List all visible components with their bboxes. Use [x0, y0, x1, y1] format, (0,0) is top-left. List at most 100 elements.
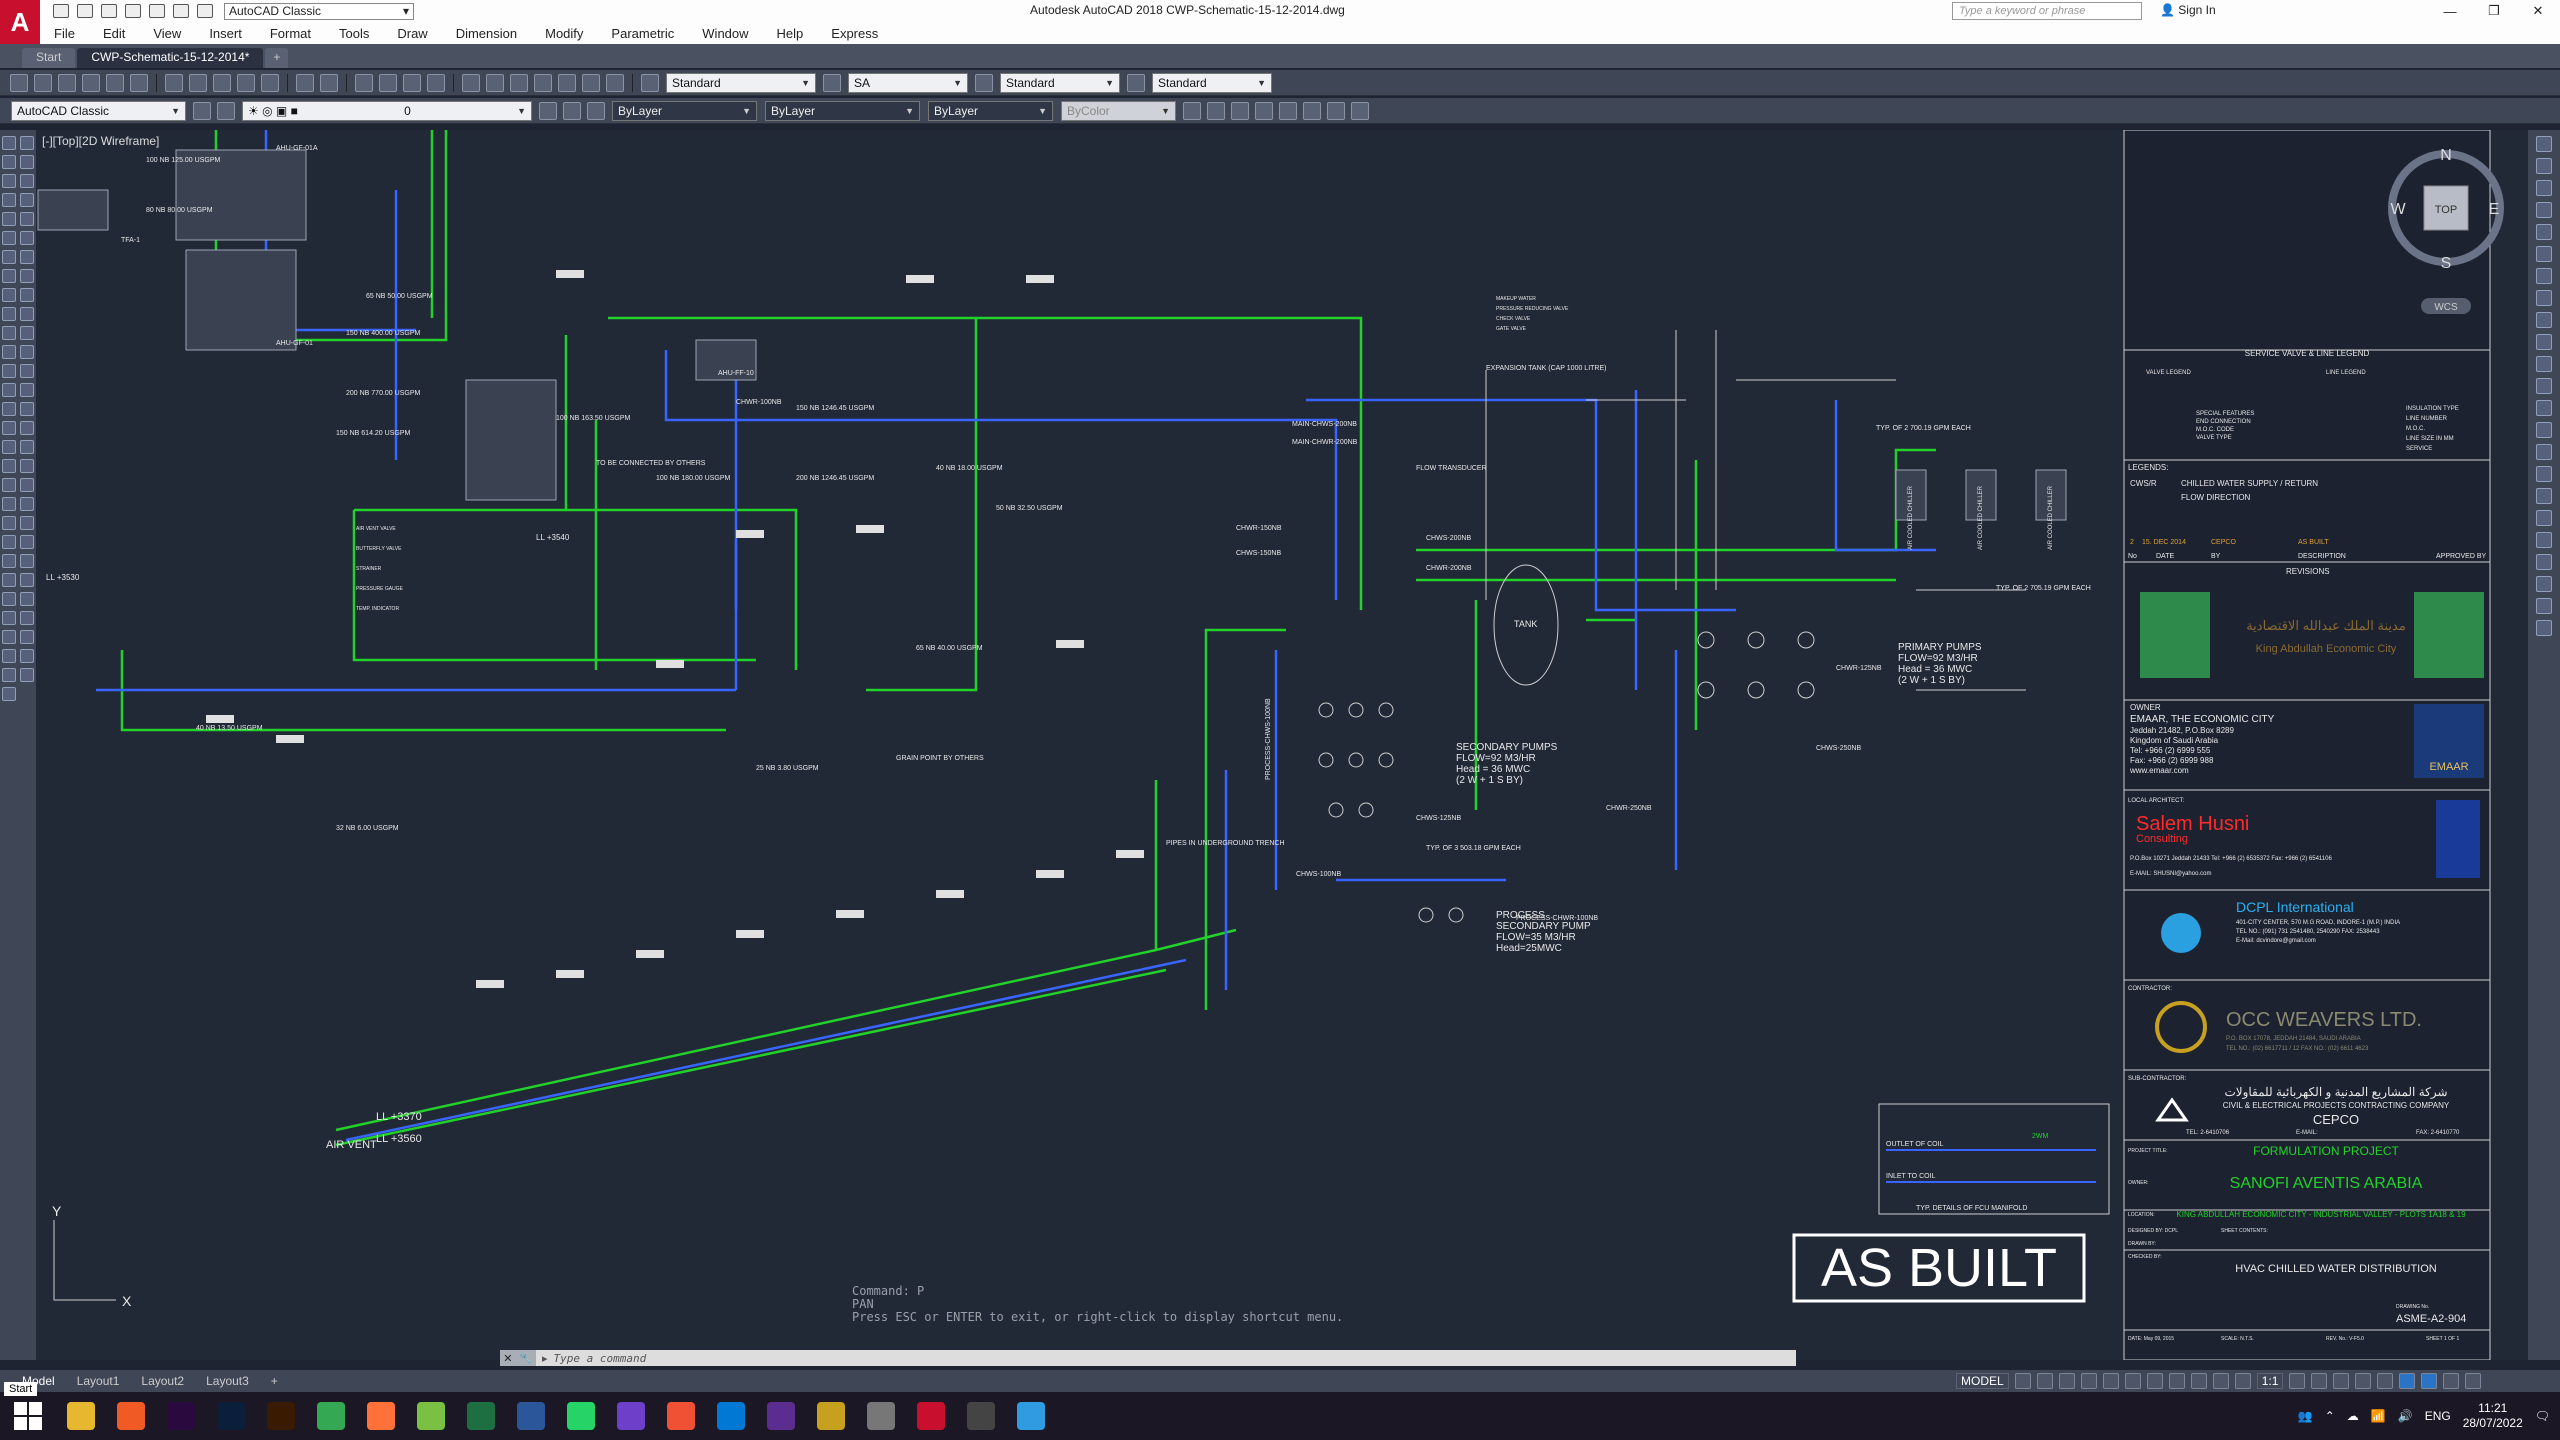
modify-icon-8[interactable]	[1351, 101, 1369, 120]
zoom-icon[interactable]	[20, 554, 34, 568]
vs-icon[interactable]	[767, 1402, 795, 1430]
wcs-menu[interactable]: WCS	[2434, 302, 2458, 313]
xline-icon[interactable]	[20, 136, 34, 150]
minimize-button[interactable]: —	[2428, 0, 2472, 22]
open-icon[interactable]	[77, 4, 93, 18]
zoom-extents-icon[interactable]	[2536, 532, 2552, 548]
showmotion-icon[interactable]	[2536, 576, 2552, 592]
redo-icon[interactable]	[320, 73, 338, 92]
workspace-settings-icon[interactable]	[193, 101, 211, 120]
annotation-visibility-icon[interactable]	[2234, 1373, 2251, 1389]
menu-modify[interactable]: Modify	[531, 26, 597, 41]
add-selected-icon[interactable]	[20, 307, 34, 321]
language-indicator[interactable]: ENG	[2425, 1409, 2451, 1423]
measure-icon[interactable]	[2, 478, 16, 492]
dimdiameter-icon[interactable]	[2536, 268, 2552, 284]
erase-icon[interactable]	[2, 326, 16, 340]
dimaligned-icon[interactable]	[2536, 158, 2552, 174]
qleader-icon[interactable]	[2536, 378, 2552, 394]
dist-icon[interactable]	[20, 516, 34, 530]
workspace-switch-icon[interactable]	[2289, 1373, 2306, 1389]
dimedit-icon[interactable]	[2536, 444, 2552, 460]
notepad-plus-icon[interactable]	[417, 1402, 445, 1430]
model-space-button[interactable]: MODEL	[1956, 1373, 2009, 1389]
wifi-icon[interactable]: 📶	[2371, 1409, 2386, 1423]
explode-icon[interactable]	[20, 459, 34, 473]
pan-icon[interactable]	[2, 573, 16, 587]
tab-layout2[interactable]: Layout2	[131, 1372, 194, 1390]
move-icon[interactable]	[20, 364, 34, 378]
array-icon[interactable]	[2, 364, 16, 378]
zoom-realtime-icon[interactable]	[379, 73, 397, 92]
clock[interactable]: 11:21 28/07/2022	[2463, 1401, 2523, 1431]
help-icon[interactable]	[606, 73, 624, 92]
scale-icon[interactable]	[20, 383, 34, 397]
modify-icon-1[interactable]	[1183, 101, 1201, 120]
dim-style-dropdown[interactable]: SA ▼	[848, 72, 968, 93]
stretch-icon[interactable]	[2, 402, 16, 416]
make-current-layer-icon[interactable]	[539, 101, 557, 120]
clean-screen-icon[interactable]	[2443, 1373, 2460, 1389]
undo-icon[interactable]	[296, 73, 314, 92]
break-icon[interactable]	[20, 421, 34, 435]
annotation-scale[interactable]: 1:1	[2256, 1373, 2284, 1389]
revcloud-icon[interactable]	[20, 193, 34, 207]
sign-in-button[interactable]: 👤 Sign In	[2160, 3, 2216, 17]
paste-icon[interactable]	[213, 73, 231, 92]
menu-help[interactable]: Help	[763, 26, 818, 41]
dimupdate-icon[interactable]	[2536, 488, 2552, 504]
chamfer-icon[interactable]	[20, 440, 34, 454]
autocad-icon[interactable]	[917, 1402, 945, 1430]
osnap-icon[interactable]	[2146, 1373, 2163, 1389]
tab-layout3[interactable]: Layout3	[196, 1372, 259, 1390]
tab-drawing[interactable]: CWP-Schematic-15-12-2014*	[77, 48, 264, 68]
copy-icon[interactable]	[20, 326, 34, 340]
insert-block-icon[interactable]	[20, 231, 34, 245]
lineweight-icon[interactable]	[2168, 1373, 2185, 1389]
make-block-icon[interactable]	[2, 250, 16, 264]
new-layout-button[interactable]: +	[261, 1372, 288, 1390]
color-dropdown[interactable]: ByLayer ▼	[612, 100, 757, 121]
files-icon[interactable]	[867, 1402, 895, 1430]
orbit-icon[interactable]	[20, 573, 34, 587]
quick-properties-icon[interactable]	[2355, 1373, 2372, 1389]
menu-parametric[interactable]: Parametric	[597, 26, 688, 41]
extend-icon[interactable]	[2, 421, 16, 435]
text-style-dropdown[interactable]: Standard ▼	[666, 72, 816, 93]
gradient-icon[interactable]	[20, 269, 34, 283]
hardware-acceleration-icon[interactable]	[2421, 1373, 2438, 1389]
compass-s[interactable]: S	[2441, 255, 2452, 272]
layer-properties-icon[interactable]	[217, 101, 235, 120]
orbit-icon[interactable]	[2536, 554, 2552, 570]
layer-previous-icon[interactable]	[563, 101, 581, 120]
photoshop-icon[interactable]	[217, 1402, 245, 1430]
people-icon[interactable]: 👥	[2298, 1409, 2313, 1423]
dimbaseline-icon[interactable]	[2536, 334, 2552, 350]
menu-insert[interactable]: Insert	[195, 26, 256, 41]
object-snap-tracking-icon[interactable]	[2124, 1373, 2141, 1389]
modify-icon-5[interactable]	[1279, 101, 1297, 120]
menu-format[interactable]: Format	[256, 26, 325, 41]
mleader-style-dropdown[interactable]: Standard ▼	[1152, 72, 1272, 93]
polar-icon[interactable]	[2080, 1373, 2097, 1389]
markup-icon[interactable]	[558, 73, 576, 92]
plot-icon[interactable]	[82, 73, 100, 92]
save-as-icon[interactable]	[125, 4, 141, 18]
quickcalc-icon[interactable]	[582, 73, 600, 92]
brave-icon[interactable]	[117, 1402, 145, 1430]
github-icon[interactable]	[617, 1402, 645, 1430]
menu-edit[interactable]: Edit	[89, 26, 139, 41]
new-tab-button[interactable]: +	[265, 48, 289, 68]
undo-icon[interactable]	[173, 4, 189, 18]
redo-icon[interactable]	[20, 592, 34, 606]
center-mark-icon[interactable]	[2536, 422, 2552, 438]
save-icon[interactable]	[58, 73, 76, 92]
selection-cycling-icon[interactable]	[2212, 1373, 2229, 1389]
excel-icon[interactable]	[467, 1402, 495, 1430]
workspace-selector[interactable]: AutoCAD Classic ▼	[11, 100, 186, 121]
id-icon[interactable]	[2, 554, 16, 568]
area-icon[interactable]	[2, 535, 16, 549]
lengthen-icon[interactable]	[20, 668, 34, 682]
table-icon[interactable]	[20, 288, 34, 302]
new-icon[interactable]	[53, 4, 69, 18]
